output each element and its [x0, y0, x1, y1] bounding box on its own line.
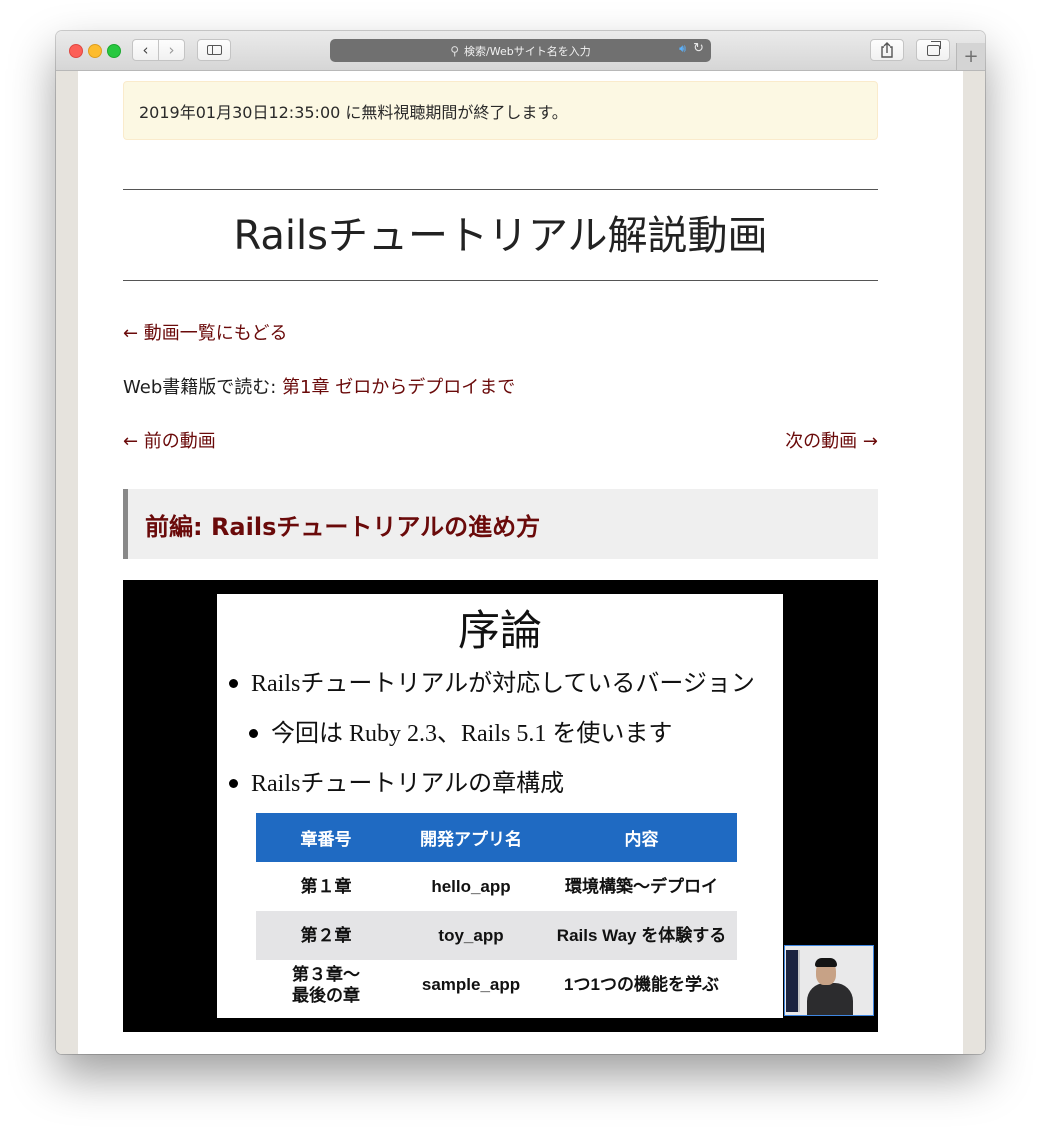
back-button[interactable]: ‹: [133, 40, 159, 60]
lecture-slide: 序論 Railsチュートリアルが対応しているバージョン 今回は Ruby 2.3…: [217, 594, 783, 1018]
plus-icon: +: [963, 46, 979, 67]
table-row: 第１章 hello_app 環境構築〜デプロイ: [256, 862, 737, 911]
notice-text: 2019年01月30日12:35:00 に無料視聴期間が終了します。: [139, 102, 568, 122]
chevron-right-icon: ›: [168, 41, 175, 59]
bullet-text: Railsチュートリアルの章構成: [251, 771, 565, 797]
address-bar[interactable]: ⚲ 検索/Webサイト名を入力 🔊︎ ↻: [330, 39, 711, 62]
title-divider-top: [123, 189, 878, 190]
minimize-window-button[interactable]: [88, 44, 102, 58]
chapter-structure-table: 章番号 開発アプリ名 内容 第１章 hello_app 環境構築〜デプロイ 第２…: [256, 813, 737, 1009]
pip-background-frame: [798, 950, 800, 1012]
table-cell: 1つ1つの機能を学ぶ: [564, 975, 719, 994]
show-tabs-button[interactable]: [916, 39, 950, 61]
sidebar-toggle-button[interactable]: [197, 39, 231, 61]
slide-title: 序論: [457, 609, 542, 655]
table-cell: toy_app: [396, 911, 546, 960]
browser-toolbar: ‹ › ⚲ 検索/Webサイト名を入力 🔊︎ ↻ +: [56, 31, 985, 71]
table-cell: Rails Way を体験する: [546, 911, 737, 960]
table-cell: 環境構築〜デプロイ: [565, 877, 718, 896]
share-icon: [881, 42, 893, 58]
table-cell: 第２章: [256, 911, 396, 960]
pip-background-door: [786, 950, 798, 1012]
table-header: 章番号: [256, 813, 396, 862]
bullet-dot-icon: [229, 678, 238, 688]
bullet-text: Railsチュートリアルが対応しているバージョン: [251, 671, 755, 697]
section-title: 前編: Railsチュートリアルの進め方: [145, 512, 541, 541]
search-icon: ⚲: [450, 43, 460, 58]
bullet-dot-icon: [249, 728, 258, 738]
web-book-prefix: Web書籍版で読む:: [123, 377, 283, 398]
chapter-1-link[interactable]: 第1章 ゼロからデプロイまで: [282, 377, 515, 398]
close-window-button[interactable]: [69, 44, 83, 58]
trial-expiry-notice: 2019年01月30日12:35:00 に無料視聴期間が終了します。: [123, 81, 878, 140]
web-book-line: Web書籍版で読む: 第1章 ゼロからデプロイまで: [123, 375, 515, 401]
bullet-text: 今回は Ruby 2.3、Rails 5.1 を使います: [271, 721, 673, 747]
chevron-left-icon: ‹: [142, 41, 149, 59]
presenter-webcam-overlay: [784, 945, 874, 1016]
slide-bullet: Railsチュートリアルの章構成: [229, 767, 564, 801]
presenter-hair: [815, 958, 837, 967]
video-player[interactable]: 序論 Railsチュートリアルが対応しているバージョン 今回は Ruby 2.3…: [123, 580, 878, 1032]
table-cell: sample_app: [421, 975, 521, 994]
table-header-row: 章番号 開発アプリ名 内容: [256, 813, 737, 862]
table-row: 第３章〜 最後の章 sample_app 1つ1つの機能を学ぶ: [256, 960, 737, 1009]
navigation-buttons: ‹ ›: [132, 39, 185, 61]
address-placeholder: 検索/Webサイト名を入力: [464, 44, 591, 58]
new-tab-button[interactable]: +: [956, 43, 985, 70]
previous-video-link[interactable]: ← 前の動画: [123, 429, 216, 455]
slide-sub-bullet: 今回は Ruby 2.3、Rails 5.1 を使います: [249, 717, 672, 751]
next-video-link[interactable]: 次の動画 →: [785, 429, 878, 455]
table-header: 開発アプリ名: [396, 813, 546, 862]
table-cell: 第１章: [300, 877, 352, 896]
back-to-video-list-link[interactable]: ← 動画一覧にもどる: [123, 321, 287, 347]
presenter-body: [807, 983, 853, 1015]
page-gutter-right: [963, 71, 985, 1054]
tabs-icon: [926, 40, 941, 56]
video-section-header: 前編: Railsチュートリアルの進め方: [123, 489, 878, 559]
table-cell: 第３章〜 最後の章: [292, 964, 360, 1005]
speaker-icon[interactable]: 🔊︎: [679, 42, 686, 56]
page-gutter-left: [56, 71, 78, 1054]
browser-window: ‹ › ⚲ 検索/Webサイト名を入力 🔊︎ ↻ + 2019年01月30日12…: [56, 31, 985, 1054]
page-title: Railsチュートリアル解説動画: [233, 213, 768, 259]
zoom-window-button[interactable]: [107, 44, 121, 58]
table-row: 第２章 toy_app Rails Way を体験する: [256, 911, 737, 960]
table-header: 内容: [546, 813, 737, 862]
sidebar-icon: [206, 45, 222, 55]
reload-icon[interactable]: ↻: [693, 41, 704, 56]
share-button[interactable]: [870, 39, 904, 61]
slide-bullet: Railsチュートリアルが対応しているバージョン: [229, 667, 755, 701]
bullet-dot-icon: [229, 778, 238, 788]
title-divider-bottom: [123, 280, 878, 281]
table-cell: hello_app: [431, 877, 511, 896]
forward-button[interactable]: ›: [159, 40, 184, 60]
